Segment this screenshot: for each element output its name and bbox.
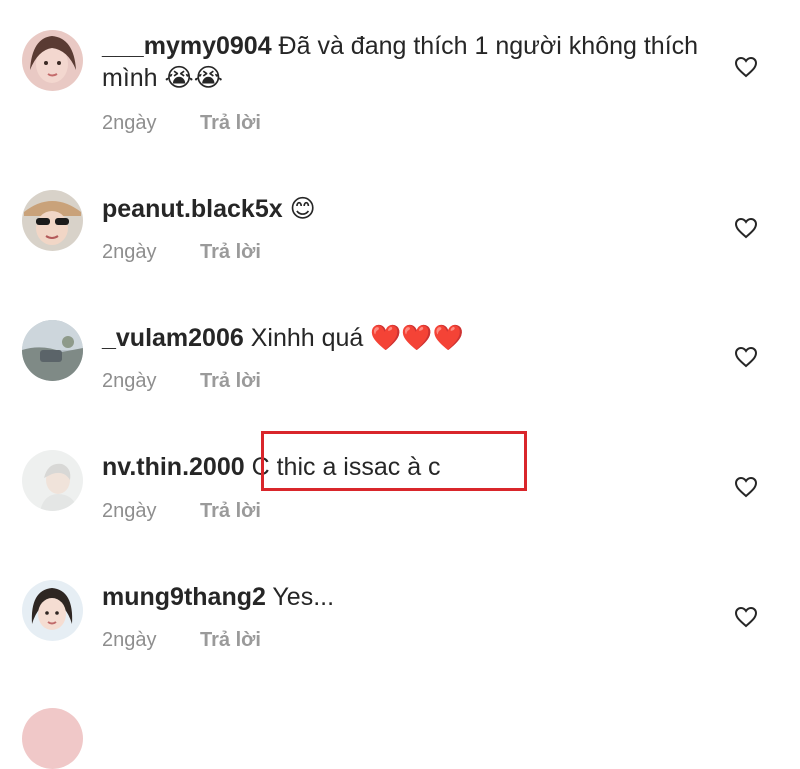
- comment-meta: 2ngày Trả lời: [102, 500, 261, 523]
- comment-text: mung9thang2 Yes...: [102, 582, 720, 613]
- avatar[interactable]: [22, 30, 83, 91]
- avatar[interactable]: [22, 580, 83, 641]
- heart-icon[interactable]: [734, 217, 758, 239]
- comment-meta: 2ngày Trả lời: [102, 370, 261, 393]
- comment-time: 2ngày: [102, 370, 157, 392]
- avatar[interactable]: [22, 708, 83, 769]
- heart-icon[interactable]: [734, 476, 758, 498]
- comment-username[interactable]: mung9thang2: [102, 583, 266, 611]
- comment-emoji: ❤️❤️❤️: [370, 323, 464, 352]
- comment-meta: 2ngày Trả lời: [102, 241, 261, 264]
- comment-username[interactable]: ___mymy0904: [102, 32, 272, 60]
- heart-icon[interactable]: [734, 606, 758, 628]
- reply-button[interactable]: Trả lời: [200, 629, 261, 651]
- comment-emoji: 😊: [289, 194, 316, 223]
- comment-time: 2ngày: [102, 629, 157, 651]
- comment-text: _vulam2006 Xinhh quá ❤️❤️❤️: [102, 322, 720, 354]
- comment-body: Xinhh quá: [250, 324, 364, 352]
- comment-username[interactable]: _vulam2006: [102, 324, 244, 352]
- comment-username[interactable]: nv.thin.2000: [102, 453, 245, 481]
- heart-icon[interactable]: [734, 346, 758, 368]
- heart-icon[interactable]: [734, 56, 758, 78]
- comment-meta: 2ngày Trả lời: [102, 629, 261, 652]
- avatar[interactable]: [22, 450, 83, 511]
- reply-button[interactable]: Trả lời: [200, 500, 261, 522]
- reply-button[interactable]: Trả lời: [200, 112, 261, 134]
- comment-username[interactable]: peanut.black5x: [102, 195, 283, 223]
- comment-body: Yes...: [272, 583, 335, 611]
- reply-button[interactable]: Trả lời: [200, 241, 261, 263]
- comment-text: peanut.black5x 😊: [102, 193, 720, 225]
- comment-emoji: 😭😭: [164, 63, 223, 92]
- comment-time: 2ngày: [102, 241, 157, 263]
- comment-text: ___mymy0904 Đã và đang thích 1 người khô…: [102, 31, 720, 94]
- comment-time: 2ngày: [102, 112, 157, 134]
- avatar[interactable]: [22, 320, 83, 381]
- comment-time: 2ngày: [102, 500, 157, 522]
- reply-button[interactable]: Trả lời: [200, 370, 261, 392]
- comment-meta: 2ngày Trả lời: [102, 112, 261, 135]
- avatar[interactable]: [22, 190, 83, 251]
- highlight-box: [261, 431, 527, 491]
